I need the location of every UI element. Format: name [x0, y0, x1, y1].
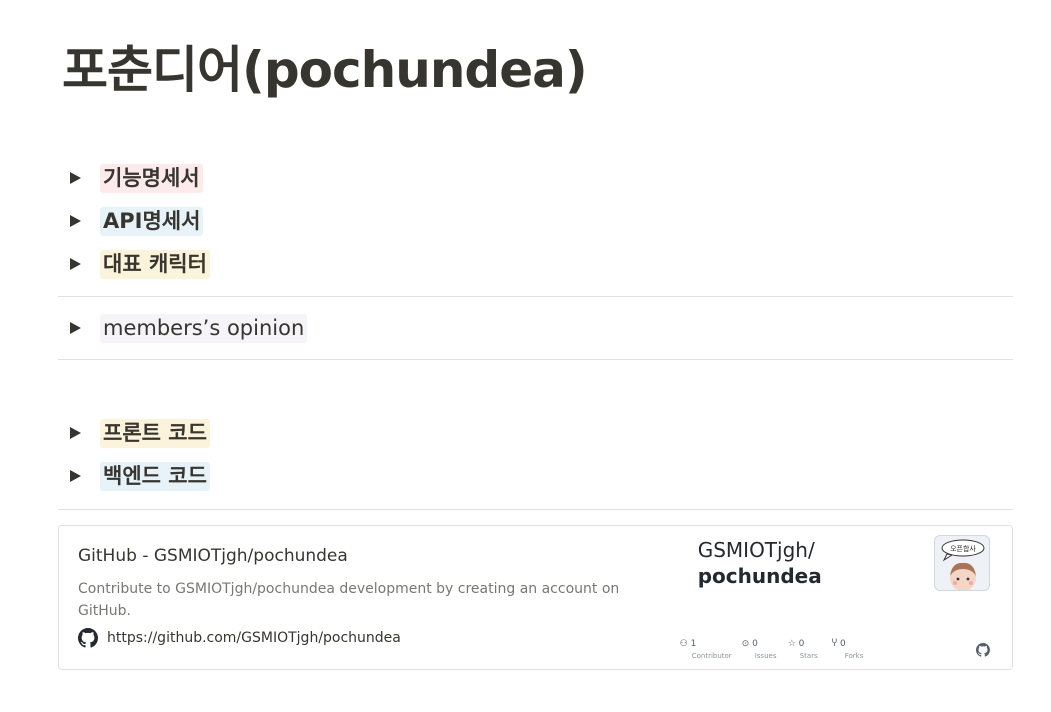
- toggle-arrow-icon[interactable]: [70, 172, 81, 184]
- bookmark-url-row: https://github.com/GSMIOTjgh/pochundea: [78, 628, 661, 648]
- forks-label: Forks: [844, 652, 864, 660]
- toggle-arrow-icon[interactable]: [70, 322, 81, 334]
- avatar-bubble-text: 오픈합사: [950, 544, 976, 553]
- toggle-label: 백엔드 코드: [100, 461, 210, 491]
- toggle-api-spec[interactable]: API명세서: [68, 206, 204, 236]
- github-icon: [975, 643, 990, 657]
- github-icon: [78, 628, 98, 648]
- toggle-frontend-code[interactable]: 프론트 코드: [68, 418, 210, 448]
- contributors-label: Contributor: [691, 652, 732, 660]
- star-icon: ☆: [787, 639, 796, 649]
- toggle-arrow-icon[interactable]: [70, 427, 81, 439]
- page-title: 포춘디어(pochundea): [62, 41, 588, 99]
- github-bookmark[interactable]: GitHub - GSMIOTjgh/pochundea Contribute …: [58, 525, 1013, 670]
- divider: [58, 296, 1013, 297]
- contributors-icon: ⚇: [679, 639, 688, 649]
- repo-preview-card: GSMIOTjgh/ pochundea 오픈합사 ⚇ 1 Contributo…: [679, 526, 1012, 669]
- toggle-label: API명세서: [100, 206, 204, 236]
- contributors-stat: ⚇ 1: [679, 639, 697, 649]
- divider: [58, 359, 1013, 360]
- character-avatar-icon: 오픈합사: [941, 539, 985, 590]
- stars-label: Stars: [799, 652, 818, 660]
- stars-stat: ☆ 0: [787, 639, 805, 649]
- toggle-label: 프론트 코드: [100, 418, 210, 448]
- toggle-members-opinion[interactable]: members’s opinion: [68, 313, 308, 343]
- toggle-character[interactable]: 대표 캐릭터: [68, 249, 210, 279]
- divider: [58, 509, 1013, 510]
- toggle-arrow-icon[interactable]: [70, 215, 81, 227]
- toggle-arrow-icon[interactable]: [70, 258, 81, 270]
- forks-stat: Ⴤ 0: [831, 639, 846, 649]
- bookmark-description: Contribute to GSMIOTjgh/pochundea develo…: [78, 581, 620, 619]
- toggle-backend-code[interactable]: 백엔드 코드: [68, 461, 210, 491]
- bookmark-title: GitHub - GSMIOTjgh/pochundea: [78, 546, 348, 566]
- toggle-label: 기능명세서: [100, 163, 203, 193]
- bookmark-url[interactable]: https://github.com/GSMIOTjgh/pochundea: [107, 630, 401, 646]
- repo-owner: GSMIOTjgh/: [697, 538, 815, 562]
- toggle-arrow-icon[interactable]: [70, 470, 81, 482]
- fork-icon: Ⴤ: [831, 639, 838, 649]
- toggle-label: 대표 캐릭터: [100, 249, 210, 279]
- repo-name: pochundea: [697, 564, 822, 588]
- avatar: 오픈합사: [933, 535, 990, 591]
- issues-stat: ⊙ 0: [741, 639, 758, 649]
- issues-label: Issues: [754, 652, 777, 660]
- toggle-label: members’s opinion: [100, 313, 308, 343]
- bookmark-text: GitHub - GSMIOTjgh/pochundea Contribute …: [59, 526, 680, 669]
- issues-icon: ⊙: [741, 639, 750, 649]
- toggle-feature-spec[interactable]: 기능명세서: [68, 163, 203, 193]
